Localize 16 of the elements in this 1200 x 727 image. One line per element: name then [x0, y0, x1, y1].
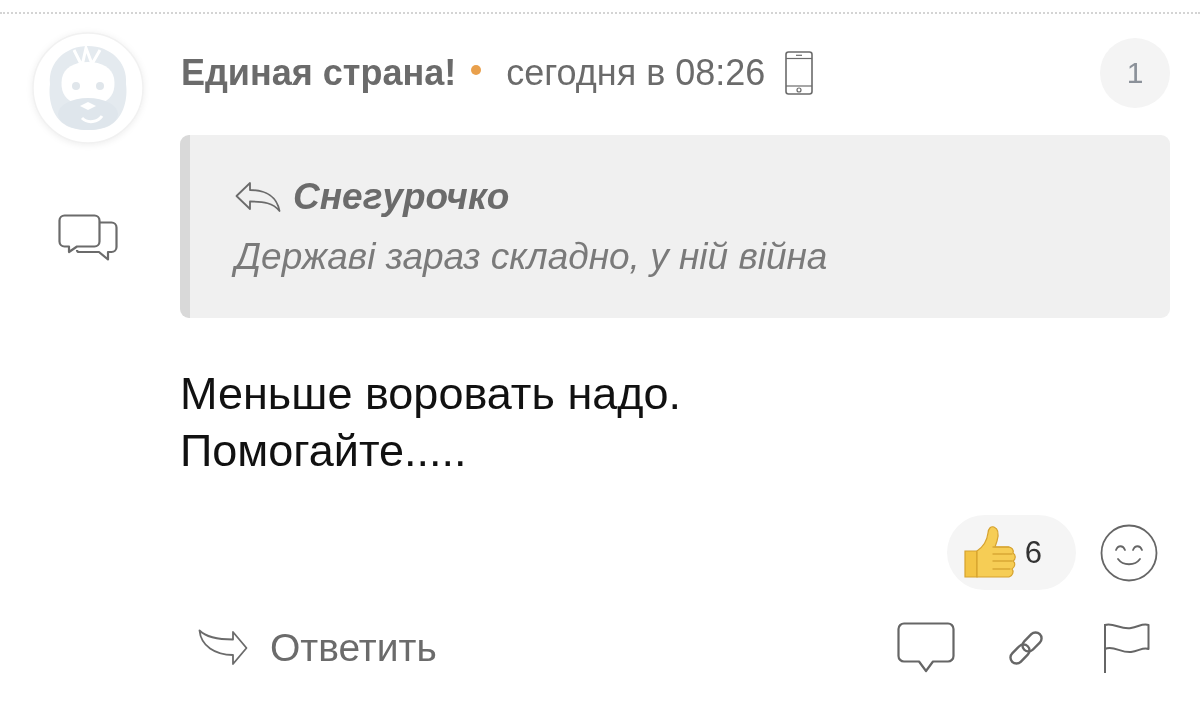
smiley-icon[interactable] — [1100, 523, 1158, 582]
comment-time: сегодня в 08:26 — [506, 52, 766, 94]
flag-icon[interactable] — [1103, 621, 1150, 674]
separator-dot-icon — [471, 65, 482, 75]
reply-arrow-icon — [198, 628, 248, 667]
comment-icon[interactable] — [897, 621, 955, 674]
phone-icon — [785, 51, 814, 95]
count-badge: 1 — [1100, 38, 1170, 108]
chat-bubbles-icon[interactable] — [58, 214, 118, 262]
author-name[interactable]: Единая страна! — [181, 52, 457, 94]
reply-arrow-icon — [235, 181, 281, 213]
reply-button[interactable]: Ответить — [198, 625, 437, 670]
quote-author[interactable]: Снегурочко — [293, 176, 510, 218]
reaction-button[interactable]: 6 — [946, 515, 1076, 590]
thumbs-up-icon — [962, 524, 1017, 581]
comment-text: Меньше воровать надо. Помогайте..... — [180, 367, 683, 478]
